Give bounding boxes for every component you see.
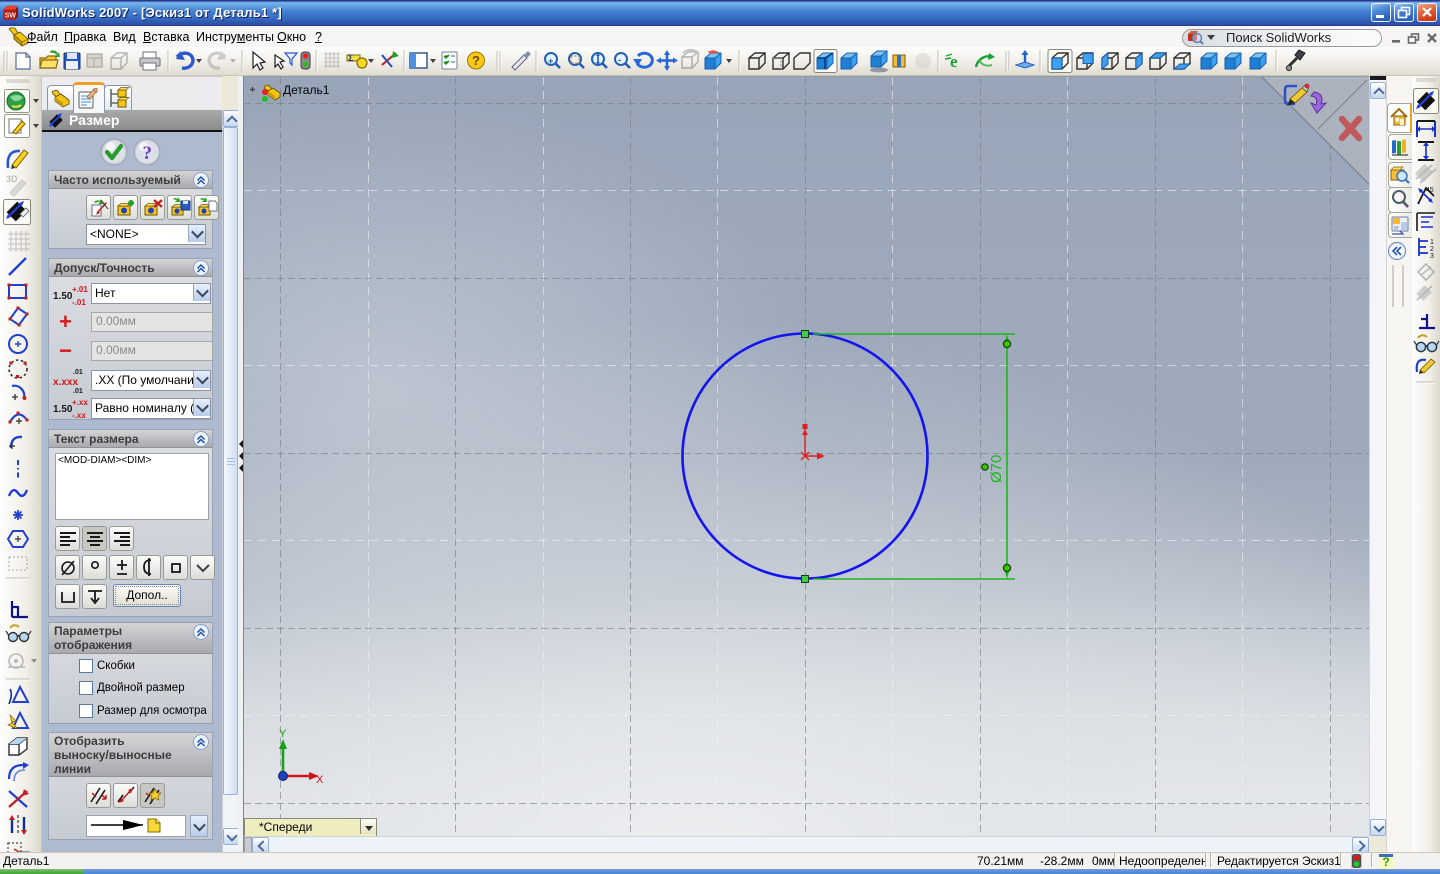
svg-text:2: 2 <box>1430 246 1434 253</box>
svg-text:1: 1 <box>1430 239 1434 246</box>
svg-text:?: ? <box>472 53 480 68</box>
svg-text:.01: .01 <box>73 369 83 376</box>
svg-text:1.50: 1.50 <box>53 291 73 302</box>
svg-text:-.xx: -.xx <box>72 411 86 420</box>
svg-text:-: - <box>618 55 621 66</box>
svg-text:Σ: Σ <box>348 53 354 63</box>
svg-text:-.01: -.01 <box>72 298 86 307</box>
svg-text:Деталь1: Деталь1 <box>283 83 330 97</box>
svg-text:45: 45 <box>1426 187 1434 194</box>
svg-text:Ø70: Ø70 <box>988 455 1005 483</box>
svg-text:?: ? <box>143 143 153 164</box>
svg-text:SW: SW <box>5 11 17 19</box>
svg-text:.01: .01 <box>73 388 83 394</box>
svg-text:+.xx: +.xx <box>72 398 88 407</box>
svg-text:x.xxx: x.xxx <box>53 377 78 388</box>
svg-text:Y: Y <box>279 728 287 740</box>
svg-text:+.01: +.01 <box>72 285 88 294</box>
svg-text:+: + <box>548 56 553 66</box>
svg-text:3D: 3D <box>6 174 18 184</box>
svg-text:1.50: 1.50 <box>53 404 73 415</box>
svg-text:3: 3 <box>1430 253 1434 260</box>
svg-text:X: X <box>316 774 324 786</box>
